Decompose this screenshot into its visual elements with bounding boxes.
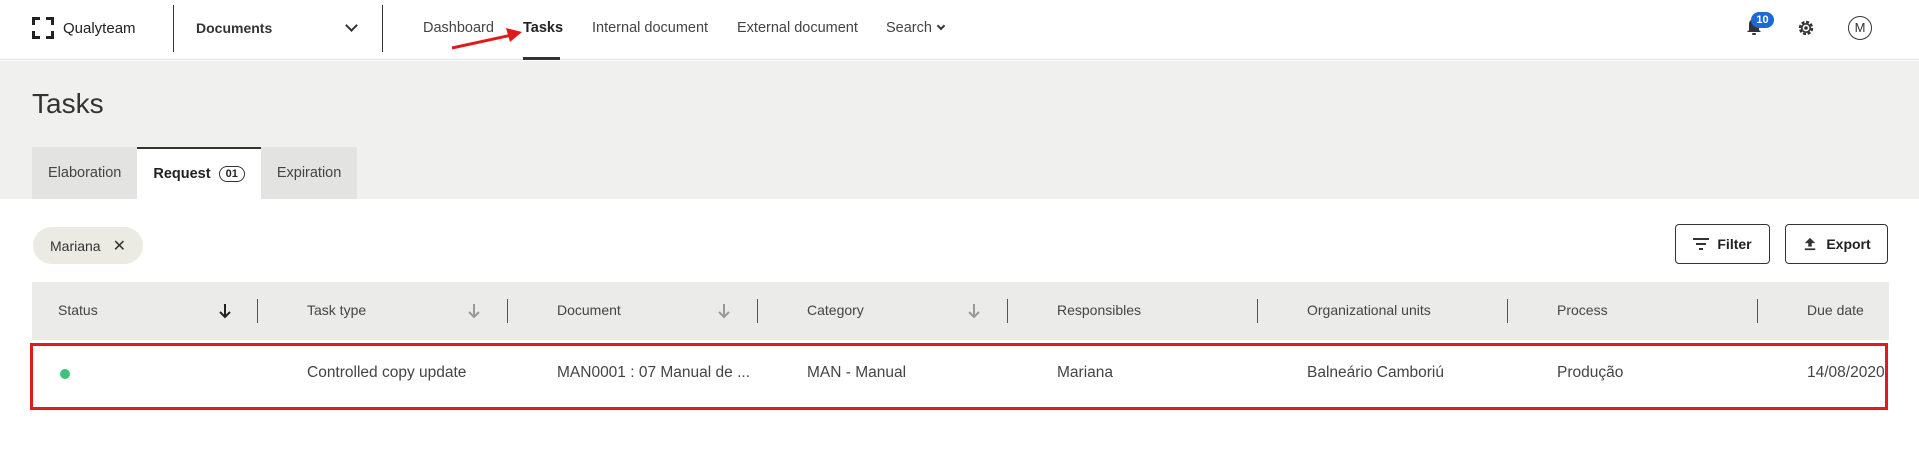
module-select-label: Documents (196, 20, 273, 36)
divider (382, 5, 383, 52)
filter-chip-label: Mariana (50, 237, 101, 254)
column-header-task-type[interactable]: Task type (307, 302, 366, 318)
top-navbar: Qualyteam Documents Dashboard Tasks Inte… (0, 0, 1919, 60)
filter-chip: Mariana ✕ (33, 227, 143, 264)
tab-label: Request (153, 166, 211, 182)
column-header-responsibles[interactable]: Responsibles (1057, 302, 1141, 318)
tab-elaboration[interactable]: Elaboration (32, 147, 138, 199)
export-button-label: Export (1826, 236, 1871, 252)
column-divider[interactable] (257, 299, 258, 323)
highlight-box (30, 343, 1888, 410)
filter-icon (1693, 238, 1710, 250)
sort-arrow-icon[interactable] (967, 302, 981, 320)
nav-search[interactable]: Search (886, 20, 946, 36)
chevron-down-icon (345, 19, 358, 32)
gear-icon[interactable] (1796, 18, 1816, 38)
nav-external-document[interactable]: External document (737, 20, 858, 36)
tab-bar: Elaboration Request 01 Expiration (32, 147, 358, 199)
column-divider[interactable] (1757, 299, 1758, 323)
active-nav-indicator (523, 57, 560, 60)
divider (173, 5, 174, 52)
column-header-category[interactable]: Category (807, 302, 864, 318)
app-logo[interactable]: Qualyteam (32, 16, 136, 40)
filter-button-label: Filter (1717, 236, 1752, 252)
column-divider[interactable] (507, 299, 508, 323)
column-header-due-date[interactable]: Due date (1807, 302, 1864, 318)
tab-request[interactable]: Request 01 (137, 147, 261, 199)
column-divider[interactable] (1257, 299, 1258, 323)
close-icon[interactable]: ✕ (113, 236, 126, 256)
column-divider[interactable] (1007, 299, 1008, 323)
module-select[interactable]: Documents (196, 18, 358, 38)
avatar[interactable]: M (1848, 16, 1872, 40)
sort-arrow-icon[interactable] (467, 302, 481, 320)
tab-label: Elaboration (48, 165, 122, 181)
column-header-status[interactable]: Status (58, 302, 98, 318)
column-header-document[interactable]: Document (557, 302, 621, 318)
column-header-organizational-units[interactable]: Organizational units (1307, 302, 1431, 318)
column-header-process[interactable]: Process (1557, 302, 1608, 318)
tab-expiration[interactable]: Expiration (260, 147, 358, 199)
nav-search-label: Search (886, 20, 932, 36)
chevron-down-icon (936, 21, 946, 31)
notification-badge: 10 (1751, 12, 1774, 28)
app-name: Qualyteam (63, 19, 136, 37)
export-button[interactable]: Export (1785, 224, 1888, 264)
table-header: Status Task type Document Category Respo… (32, 282, 1889, 340)
filter-button[interactable]: Filter (1675, 224, 1770, 264)
sort-arrow-icon[interactable] (717, 302, 731, 320)
sort-arrow-icon[interactable] (218, 302, 232, 320)
annotation-arrow-icon (451, 28, 522, 50)
tab-count-badge: 01 (218, 166, 245, 182)
page-title: Tasks (32, 88, 104, 119)
nav-internal-document[interactable]: Internal document (592, 20, 708, 36)
tab-label: Expiration (276, 165, 342, 181)
column-divider[interactable] (1507, 299, 1508, 323)
column-divider[interactable] (757, 299, 758, 323)
logo-icon (32, 17, 54, 39)
upload-icon (1805, 237, 1816, 251)
